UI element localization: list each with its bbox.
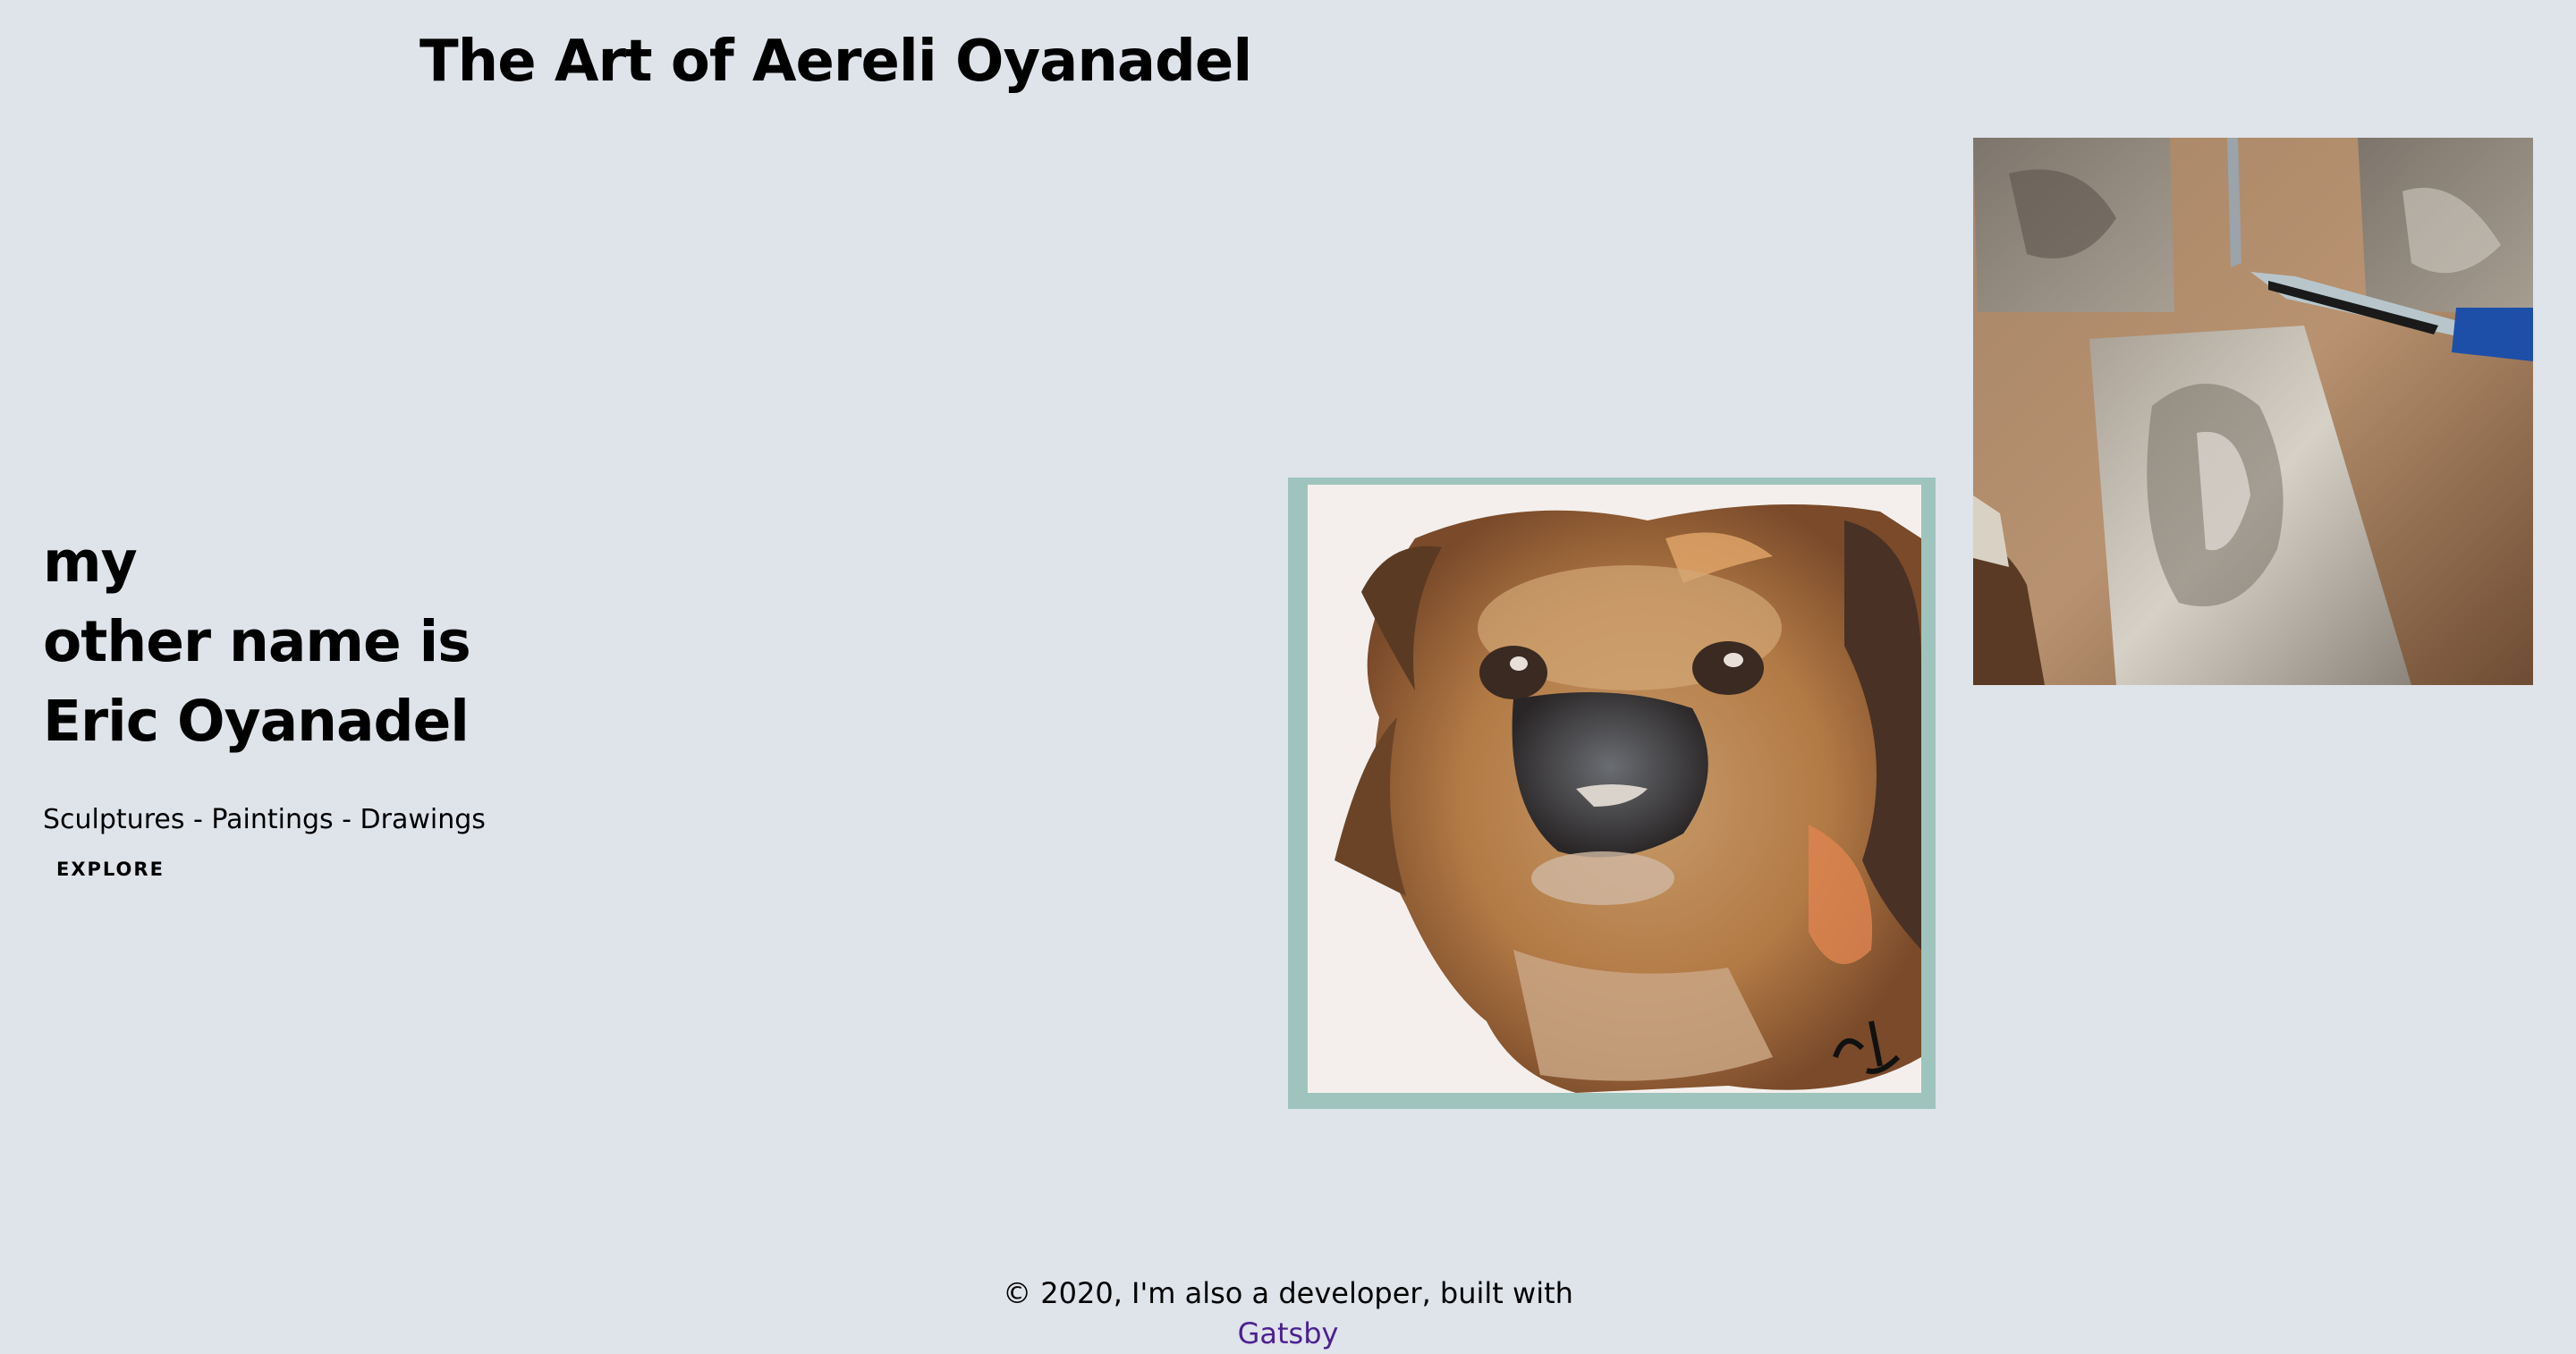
gatsby-link[interactable]: Gatsby xyxy=(0,1314,2576,1354)
hero-heading: my other name is Eric Oyanadel xyxy=(43,522,758,761)
hero-tagline: Sculptures - Paintings - Drawings xyxy=(43,804,486,835)
dog-painting-image[interactable] xyxy=(1288,478,1936,1109)
hero-heading-line-2: other name is xyxy=(43,609,471,674)
hero-heading-line-3: Eric Oyanadel xyxy=(43,689,470,754)
hero-heading-line-1: my xyxy=(43,529,138,595)
site-title[interactable]: The Art of Aereli Oyanadel xyxy=(419,29,1252,95)
metal-relief-photo-image[interactable] xyxy=(1973,138,2533,685)
dog-painting-artwork xyxy=(1308,485,1921,1093)
explore-button[interactable]: EXPLORE xyxy=(56,859,165,880)
metal-relief-artwork xyxy=(1973,138,2533,685)
footer-text: © 2020, I'm also a developer, built with xyxy=(1003,1276,1573,1310)
hero-section: my other name is Eric Oyanadel Sculpture… xyxy=(43,522,758,880)
footer: © 2020, I'm also a developer, built with… xyxy=(0,1274,2576,1354)
